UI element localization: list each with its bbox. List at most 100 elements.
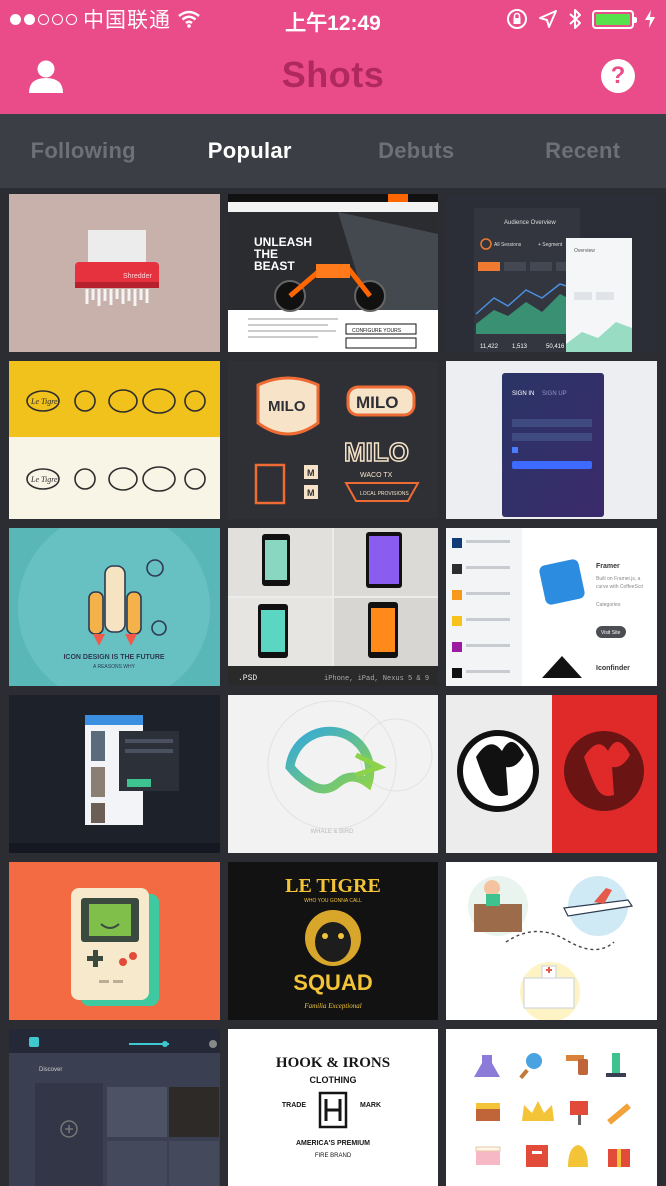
shopping-app-preview bbox=[9, 695, 220, 853]
shot-thumbnail-le-tigre-squad[interactable]: LE TIGRE WHO YOU GONNA CALL SQUAD Famili… bbox=[228, 862, 438, 1020]
milo-m-tile-2: M bbox=[307, 488, 315, 498]
psd-devices: iPhone, iPad, Nexus 5 & 9 bbox=[324, 675, 429, 683]
shot-thumbnail-dark-media-dashboard[interactable]: Discover bbox=[9, 1029, 220, 1186]
shot-thumbnail-dark-shopping-app[interactable] bbox=[9, 695, 220, 853]
flat-icon-set bbox=[446, 1029, 657, 1186]
stat-users: 1,513 bbox=[512, 344, 528, 350]
shot-thumbnail-travel-illustration[interactable] bbox=[446, 862, 657, 1020]
icon-design-subline: A REASONS WHY bbox=[93, 664, 136, 670]
whale-bird-logo: WHALE & BIRD bbox=[228, 695, 438, 853]
tab-following[interactable]: Following bbox=[0, 114, 167, 188]
iconfinder-title: Iconfinder bbox=[596, 665, 630, 672]
shot-thumbnail-gameboy[interactable] bbox=[9, 862, 220, 1020]
stat-sessions: 11,422 bbox=[480, 344, 499, 350]
help-button[interactable]: ? bbox=[598, 56, 638, 96]
shot-thumbnail-flat-icon-set[interactable] bbox=[446, 1029, 657, 1186]
analytics-title: Audience Overview bbox=[504, 220, 556, 226]
treasure-chest-icon bbox=[476, 1103, 500, 1121]
hook-irons-subtitle: CLOTHING bbox=[310, 1075, 357, 1085]
milo-tagline: LOCAL PROVISIONS bbox=[360, 491, 409, 497]
tab-popular[interactable]: Popular bbox=[167, 114, 334, 188]
le-tigre-squad-badge: LE TIGRE WHO YOU GONNA CALL SQUAD Famili… bbox=[228, 862, 438, 1020]
milo-branding-set: MILO MILO M M MILO WACO TX LOCAL PROVISI… bbox=[228, 361, 438, 519]
stat-pageviews: 50,416 bbox=[546, 344, 565, 350]
tools-directory-preview: Framer Built on Framer.js, a curve with … bbox=[446, 528, 657, 686]
shot-thumbnail-milo-branding[interactable]: MILO MILO M M MILO WACO TX LOCAL PROVISI… bbox=[228, 361, 438, 519]
le-tigre-script-bottom: Le Tigre bbox=[30, 475, 58, 484]
help-icon: ? bbox=[601, 59, 635, 93]
rotation-lock-icon bbox=[507, 9, 527, 29]
shot-thumbnail-tools-directory[interactable]: Framer Built on Framer.js, a curve with … bbox=[446, 528, 657, 686]
device-mockups-preview: .PSD iPhone, iPad, Nexus 5 & 9 bbox=[228, 528, 438, 686]
whale-bird-caption: WHALE & BIRD bbox=[310, 829, 354, 835]
overview-title: Overview bbox=[574, 248, 595, 254]
framer-category: Categories: bbox=[596, 602, 622, 608]
sign-in-screen-preview: SIGN IN SIGN UP bbox=[446, 361, 657, 519]
bluetooth-icon bbox=[569, 9, 581, 29]
milo-m-tile-1: M bbox=[307, 468, 315, 478]
shot-thumbnail-analytics-dashboard[interactable]: Audience Overview All Sessions + Segment… bbox=[446, 194, 657, 352]
travel-illustration bbox=[446, 862, 657, 1020]
le-tigre-title: LE TIGRE bbox=[285, 875, 381, 897]
rocket-illustration: ICON DESIGN IS THE FUTURE A REASONS WHY bbox=[9, 528, 220, 686]
analytics-dashboard-preview: Audience Overview All Sessions + Segment… bbox=[446, 194, 657, 352]
shot-thumbnail-motorbike-site[interactable]: UNLEASH THE BEAST CONFIGURE YOURS bbox=[228, 194, 438, 352]
location-icon bbox=[539, 10, 557, 28]
charging-icon bbox=[645, 10, 655, 28]
milo-outline-text: MILO bbox=[344, 437, 409, 467]
trade-text: TRADE bbox=[282, 1102, 306, 1109]
segment-all-sessions: All Sessions bbox=[494, 242, 522, 248]
shots-filter-tabs: Following Popular Debuts Recent bbox=[0, 114, 666, 188]
battery-icon bbox=[592, 9, 637, 29]
sign-in-tab: SIGN IN bbox=[512, 391, 534, 397]
fire-brand-text: FIRE BRAND bbox=[315, 1153, 352, 1159]
gift-icon bbox=[608, 1149, 630, 1167]
gameboy-illustration bbox=[9, 862, 220, 1020]
hook-irons-title: HOOK & IRONS bbox=[276, 1055, 390, 1071]
squad-title: SQUAD bbox=[293, 970, 372, 995]
le-tigre-tagline: WHO YOU GONNA CALL bbox=[304, 898, 362, 904]
framer-desc-2: curve with CoffeeScri bbox=[596, 584, 643, 590]
premium-text: AMERICA'S PREMIUM bbox=[296, 1140, 370, 1147]
shot-thumbnail-sign-in-screen[interactable]: SIGN IN SIGN UP bbox=[446, 361, 657, 519]
psd-label: .PSD bbox=[238, 674, 257, 683]
status-right bbox=[506, 6, 656, 32]
mark-text: MARK bbox=[360, 1102, 381, 1109]
hero-headline-3: BEAST bbox=[254, 259, 295, 273]
milo-badge-text: MILO bbox=[268, 398, 306, 415]
icon-design-headline: ICON DESIGN IS THE FUTURE bbox=[63, 654, 164, 661]
shot-thumbnail-moose-logo[interactable] bbox=[446, 695, 657, 853]
configure-button-label: CONFIGURE YOURS bbox=[352, 328, 402, 334]
framer-desc-1: Built on Framer.js, a bbox=[596, 576, 641, 582]
status-bar: 中国联通 上午12:49 bbox=[0, 0, 666, 38]
navigation-bar: Shots ? bbox=[0, 38, 666, 114]
motorbike-website-preview: UNLEASH THE BEAST CONFIGURE YOURS bbox=[228, 194, 438, 352]
shredder-illustration: Shredder bbox=[9, 194, 220, 352]
cake-icon bbox=[475, 1146, 501, 1165]
shot-thumbnail-icon-design-future[interactable]: ICON DESIGN IS THE FUTURE A REASONS WHY bbox=[9, 528, 220, 686]
shot-thumbnail-whale-and-bird[interactable]: WHALE & BIRD bbox=[228, 695, 438, 853]
shots-grid: Shredder UNLEASH THE BEAST CONFIGURE YOU… bbox=[9, 194, 658, 1186]
framer-title: Framer bbox=[596, 563, 620, 570]
moose-logo-pair bbox=[446, 695, 657, 853]
sign-up-tab: SIGN UP bbox=[542, 391, 567, 397]
le-tigre-script-top: Le Tigre bbox=[30, 397, 58, 406]
hook-and-irons-badge: HOOK & IRONS CLOTHING TRADE MARK AMERICA… bbox=[228, 1029, 438, 1186]
media-dashboard-preview: Discover bbox=[9, 1029, 220, 1186]
shot-thumbnail-le-tigre-badges[interactable]: Le Tigre Le Tigre bbox=[9, 361, 220, 519]
drawers-icon bbox=[526, 1145, 548, 1167]
discover-label: Discover bbox=[39, 1067, 62, 1073]
shot-thumbnail-shredder[interactable]: Shredder bbox=[9, 194, 220, 352]
tab-debuts[interactable]: Debuts bbox=[333, 114, 500, 188]
squad-script: Familia Exceptional bbox=[303, 1002, 361, 1010]
shot-thumbnail-hook-and-irons[interactable]: HOOK & IRONS CLOTHING TRADE MARK AMERICA… bbox=[228, 1029, 438, 1186]
le-tigre-badge-set: Le Tigre Le Tigre bbox=[9, 361, 220, 519]
shredder-label: Shredder bbox=[123, 273, 152, 280]
milo-location: WACO TX bbox=[360, 472, 393, 479]
milo-wordmark: MILO bbox=[356, 393, 399, 412]
visit-site-label: Visit Site bbox=[601, 630, 621, 636]
tab-recent[interactable]: Recent bbox=[500, 114, 666, 188]
segment-add: + Segment bbox=[538, 242, 563, 248]
page-title: Shots bbox=[281, 54, 385, 95]
shot-thumbnail-device-mockups[interactable]: .PSD iPhone, iPad, Nexus 5 & 9 bbox=[228, 528, 438, 686]
